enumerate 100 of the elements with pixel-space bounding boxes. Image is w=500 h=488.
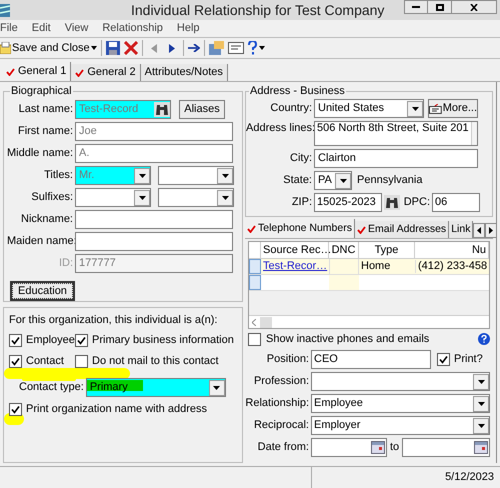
- field-label: Maiden name:: [7, 235, 75, 248]
- tab[interactable]: Attributes/Notes: [140, 64, 228, 81]
- checkbox-label: Print organization name with address: [26, 403, 207, 416]
- menu-item[interactable]: Help: [176, 22, 200, 34]
- check-icon: [75, 68, 84, 76]
- caret-icon: [90, 46, 97, 50]
- next-icon[interactable]: [168, 44, 175, 52]
- checkbox[interactable]: [9, 334, 22, 347]
- checkbox-label: Do not mail to this contact: [92, 355, 219, 368]
- scrollbar[interactable]: [470, 122, 477, 145]
- save-icon[interactable]: [106, 41, 120, 55]
- more-button[interactable]: More...: [428, 99, 478, 118]
- zip-field[interactable]: 15025-2023: [314, 193, 382, 212]
- source-record-link[interactable]: Test-Recor…: [261, 260, 329, 273]
- checkbox-label: Show inactive phones and emails: [266, 332, 430, 346]
- close-icon[interactable]: [470, 4, 478, 10]
- field-label: Profession:: [252, 375, 310, 388]
- input-field[interactable]: [75, 232, 233, 251]
- dropdown-field[interactable]: [158, 166, 234, 185]
- maximize-button[interactable]: [428, 0, 452, 14]
- menu-item[interactable]: Edit: [32, 22, 51, 34]
- address-lines-field[interactable]: 506 North 8th Street, Suite 201: [314, 121, 478, 146]
- horizontal-scrollbar[interactable]: [249, 315, 489, 328]
- menu-item[interactable]: Relationship: [102, 22, 163, 34]
- tab-scroll-right-button[interactable]: [485, 223, 496, 238]
- column-header[interactable]: DNC: [329, 242, 359, 258]
- minimize-button[interactable]: [404, 0, 428, 14]
- field-label: State:: [282, 174, 313, 187]
- binoculars-icon[interactable]: [384, 195, 400, 210]
- arrow-right-icon[interactable]: [188, 44, 200, 52]
- menu-item[interactable]: File: [0, 22, 18, 34]
- date-field[interactable]: [402, 438, 490, 457]
- field-label: to: [389, 441, 400, 454]
- column-header[interactable]: Type: [359, 242, 415, 258]
- field-label: Contact type:: [19, 381, 85, 394]
- left-arrow-icon[interactable]: [477, 227, 482, 234]
- input-field[interactable]: [75, 210, 233, 229]
- help-icon[interactable]: [248, 41, 257, 55]
- app-icon: [0, 4, 10, 16]
- scrollbar-thumb[interactable]: [260, 316, 272, 328]
- help-icon[interactable]: [478, 333, 490, 345]
- state-dropdown[interactable]: PA: [314, 171, 352, 190]
- close-button[interactable]: [452, 0, 497, 14]
- field-label: DPC:: [402, 196, 431, 209]
- caret-icon[interactable]: [258, 46, 265, 50]
- checkbox-label: Print?: [454, 353, 483, 366]
- education-button[interactable]: Education: [10, 281, 75, 301]
- tab[interactable]: Email Addresses: [354, 221, 450, 238]
- reciprocal-dropdown[interactable]: Employer: [311, 416, 490, 435]
- checkbox-label: Contact: [26, 355, 64, 368]
- field-label: Address lines:: [246, 121, 314, 135]
- checkbox[interactable]: [9, 403, 22, 416]
- tab[interactable]: Telephone Numbers: [245, 219, 355, 238]
- window-title: Individual Relationship for Test Company: [131, 2, 384, 18]
- field-label: Date from:: [256, 441, 310, 454]
- city-field[interactable]: Clairton: [314, 149, 478, 168]
- checkbox-label: Employee: [26, 334, 75, 347]
- input-field[interactable]: A.: [75, 144, 233, 163]
- column-header[interactable]: Source Rec…: [261, 242, 329, 258]
- right-arrow-icon[interactable]: [489, 227, 494, 234]
- position-field[interactable]: CEO: [311, 350, 431, 369]
- checkbox[interactable]: [437, 353, 450, 366]
- checkbox[interactable]: [9, 355, 22, 368]
- checkbox[interactable]: [75, 355, 88, 368]
- contact-type-dropdown[interactable]: Primary: [86, 378, 226, 397]
- calendar-icon[interactable]: [474, 441, 488, 454]
- calendar-icon[interactable]: [371, 441, 385, 454]
- checkbox-label: Primary business information: [92, 334, 234, 347]
- tab[interactable]: General 2: [71, 64, 141, 81]
- relationship-dropdown[interactable]: Employee: [311, 394, 490, 413]
- folder-icon: [0, 42, 11, 54]
- field-label: First name:: [16, 125, 74, 138]
- table-cell: (412) 233-458: [415, 260, 489, 273]
- field-label: ZIP:: [290, 196, 313, 209]
- date-field[interactable]: [311, 438, 387, 457]
- id-card-icon[interactable]: [228, 42, 244, 54]
- tab-scroll-left-button[interactable]: [473, 223, 486, 238]
- checkbox[interactable]: [75, 334, 88, 347]
- checkbox[interactable]: [248, 332, 261, 346]
- dpc-field[interactable]: 06: [432, 193, 480, 212]
- profession-dropdown[interactable]: [311, 372, 490, 391]
- field-label: Relationship:: [245, 397, 310, 410]
- country-dropdown[interactable]: United States: [314, 99, 424, 118]
- field-label: Sulfixes:: [30, 191, 74, 204]
- status-date: 5/12/2023: [444, 470, 495, 485]
- check-icon: [6, 68, 15, 76]
- column-header[interactable]: Nu: [415, 242, 489, 258]
- card-icon: [429, 104, 442, 114]
- scroll-left-icon[interactable]: [252, 318, 256, 326]
- menu-item[interactable]: View: [64, 22, 88, 34]
- binoculars-icon[interactable]: [154, 102, 170, 117]
- input-field[interactable]: Joe: [75, 122, 233, 141]
- save-and-close-button[interactable]: Save and Close: [0, 39, 97, 57]
- field-label: ID:: [58, 257, 74, 270]
- delete-icon[interactable]: [124, 41, 138, 55]
- dropdown-field[interactable]: [158, 188, 234, 207]
- tab[interactable]: Link: [449, 221, 474, 238]
- aliases-button[interactable]: Aliases: [179, 100, 225, 119]
- dropdown-field[interactable]: [75, 188, 151, 207]
- group-title: Biographical: [10, 85, 73, 98]
